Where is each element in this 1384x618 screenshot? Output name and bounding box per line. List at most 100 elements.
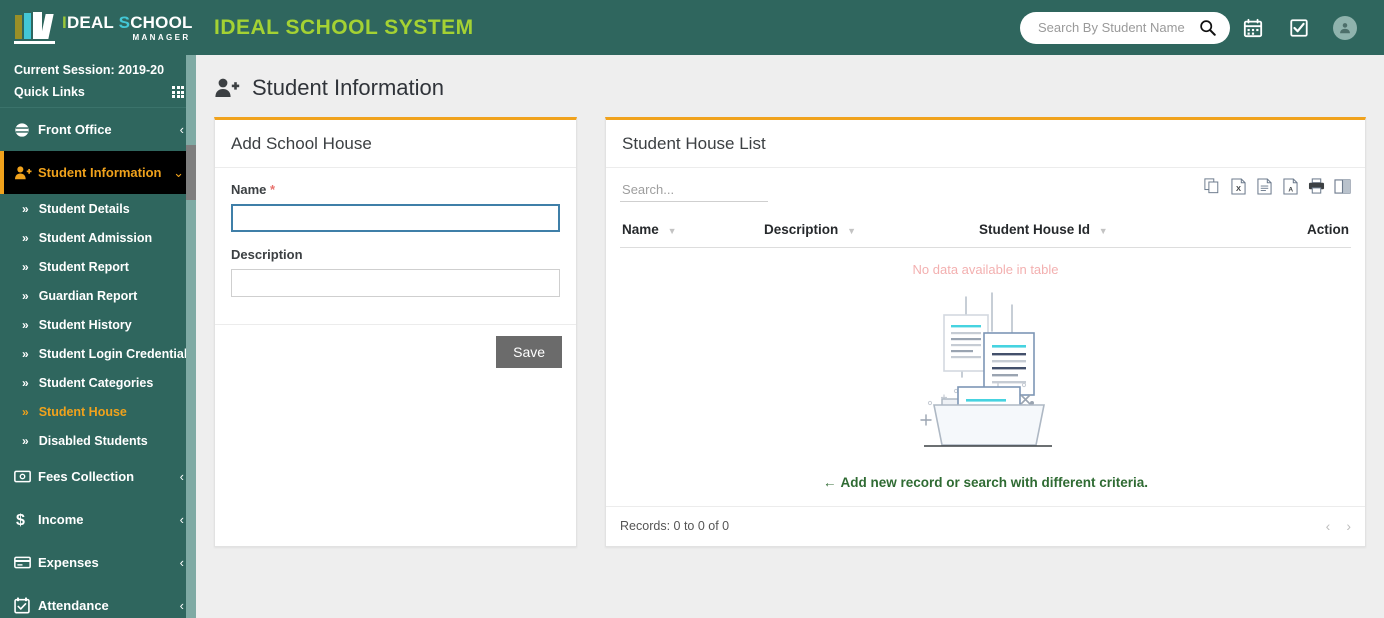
sidebar-scrollbar-thumb[interactable] [186, 145, 196, 200]
sidebar-item-student-categories[interactable]: » Student Categories [0, 368, 196, 397]
list-footer: Records: 0 to 0 of 0 ‹ › [606, 506, 1365, 546]
chevron-left-icon: ‹ [179, 555, 184, 570]
sidebar-item-student-details[interactable]: » Student Details [0, 194, 196, 223]
sidebar-item-label: Student Information [38, 165, 162, 180]
sidebar-item-front-office[interactable]: Front Office ‹ [0, 108, 196, 151]
sidebar-item-student-report[interactable]: » Student Report [0, 252, 196, 281]
chevron-double-right-icon: » [22, 433, 29, 448]
pagination: ‹ › [1326, 518, 1351, 534]
sidebar-item-label: Student Details [38, 201, 130, 216]
current-session-label: Current Session: 2019-20 [14, 63, 165, 77]
card-title: Add School House [215, 120, 577, 168]
chevron-double-right-icon: » [22, 317, 29, 332]
sidebar-item-attendance[interactable]: Attendance ‹ [0, 584, 196, 618]
front-office-icon [14, 122, 38, 138]
student-add-icon [214, 77, 240, 99]
table-body: No data available in table [620, 248, 1351, 277]
calendar-icon[interactable] [1230, 0, 1276, 55]
datatable-tools: X A [1203, 176, 1351, 196]
system-title: IDEAL SCHOOL SYSTEM [214, 15, 474, 39]
empty-folder-documents-illustration [620, 277, 1351, 469]
sidebar-item-label: Attendance [38, 598, 109, 613]
sidebar-item-guardian-report[interactable]: » Guardian Report [0, 281, 196, 310]
column-header-description[interactable]: Description ▼ [762, 216, 978, 248]
pagination-next-button[interactable]: › [1346, 518, 1351, 534]
column-header-action: Action [1254, 216, 1351, 248]
add-school-house-card: Add School House Name * Description Save [214, 117, 578, 547]
app-root: IDEAL SCHOOL MANAGER IDEAL SCHOOL SYSTEM [0, 0, 1384, 618]
sidebar-item-student-admission[interactable]: » Student Admission [0, 223, 196, 252]
brand-subtitle: MANAGER [132, 32, 191, 42]
form-body: Name * Description [215, 168, 576, 324]
checklist-icon[interactable] [1276, 0, 1322, 55]
brand-name-chool: CHOOL [130, 12, 193, 32]
add-new-record-hint[interactable]: ← Add new record or search with different… [620, 469, 1351, 506]
quick-links[interactable]: Quick Links [0, 79, 196, 108]
print-icon[interactable] [1307, 176, 1325, 196]
quick-links-label: Quick Links [14, 85, 85, 99]
column-header-student-house-id[interactable]: Student House Id ▼ [977, 216, 1255, 248]
sidebar-item-label: Student Categories [38, 375, 154, 390]
sidebar-item-student-information[interactable]: Student Information ⌄ [0, 151, 196, 194]
search-icon[interactable] [1196, 17, 1218, 39]
brand-name: IDEAL SCHOOL [62, 14, 193, 31]
column-label: Action [1307, 222, 1349, 237]
user-avatar-icon[interactable] [1322, 0, 1368, 55]
list-body: X A Search... Name ▼ Description ▼ Stude… [606, 168, 1365, 506]
column-label: Description [764, 222, 839, 237]
save-button[interactable]: Save [496, 336, 563, 368]
chevron-double-right-icon: » [22, 201, 29, 216]
brand-logo[interactable]: IDEAL SCHOOL MANAGER [0, 0, 196, 55]
sidebar-item-label: Front Office [38, 122, 112, 137]
sidebar-item-label: Fees Collection [38, 469, 135, 484]
chevron-left-icon: ‹ [179, 512, 184, 527]
sidebar-item-income[interactable]: $ Income ‹ [0, 498, 196, 541]
sidebar[interactable]: Current Session: 2019-20 Quick Links Fro… [0, 55, 196, 618]
excel-icon[interactable]: X [1229, 176, 1247, 196]
name-label: Name * [231, 182, 560, 197]
sidebar-item-student-history[interactable]: » Student History [0, 310, 196, 339]
sidebar-scrollbar[interactable] [186, 55, 196, 618]
description-input[interactable] [231, 269, 561, 297]
page-title: Student Information [196, 55, 1384, 101]
chevron-double-right-icon: » [22, 346, 29, 361]
sidebar-item-label: Expenses [38, 555, 99, 570]
datatable-search-input[interactable] [620, 178, 769, 202]
brand-name-deal: DEAL [66, 12, 119, 32]
chevron-left-icon: ‹ [179, 122, 184, 137]
sidebar-item-label: Student Login Credential [38, 346, 188, 361]
svg-text:X: X [1235, 184, 1240, 193]
pagination-prev-button[interactable]: ‹ [1326, 518, 1331, 534]
panels-row: Add School House Name * Description Save… [196, 101, 1384, 547]
csv-icon[interactable] [1255, 176, 1273, 196]
chevron-double-right-icon: » [22, 259, 29, 274]
sidebar-item-disabled-students[interactable]: » Disabled Students [0, 426, 196, 455]
page-title-text: Student Information [252, 75, 445, 100]
card-icon [14, 556, 38, 569]
column-label: Name [622, 222, 659, 237]
description-label: Description [231, 247, 303, 262]
chevron-double-right-icon: » [22, 404, 29, 419]
column-visibility-icon[interactable] [1333, 176, 1351, 196]
column-label: Student House Id [979, 222, 1091, 237]
sidebar-item-label: Guardian Report [38, 288, 138, 303]
name-input[interactable] [231, 204, 561, 232]
sidebar-item-fees-collection[interactable]: Fees Collection ‹ [0, 455, 196, 498]
header-search[interactable] [1020, 11, 1230, 44]
avatar [1333, 15, 1357, 40]
sidebar-item-label: Income [38, 512, 84, 527]
copy-icon[interactable] [1203, 176, 1221, 196]
search-input[interactable] [1036, 19, 1196, 36]
brand-name-s: S [118, 12, 131, 32]
table-empty-row: No data available in table [620, 248, 1351, 277]
student-add-icon [14, 165, 38, 181]
main-content: Student Information Add School House Nam… [196, 55, 1384, 618]
sidebar-nav: Front Office ‹ Student Information ⌄ » S… [0, 108, 196, 618]
sidebar-item-expenses[interactable]: Expenses ‹ [0, 541, 196, 584]
column-header-name[interactable]: Name ▼ [620, 216, 763, 248]
pdf-icon[interactable]: A [1281, 176, 1299, 196]
grid-icon[interactable] [172, 86, 184, 98]
top-header: IDEAL SCHOOL MANAGER IDEAL SCHOOL SYSTEM [0, 0, 1384, 55]
sidebar-item-student-house[interactable]: » Student House [0, 397, 196, 426]
sidebar-item-student-login-credential[interactable]: » Student Login Credential [0, 339, 196, 368]
